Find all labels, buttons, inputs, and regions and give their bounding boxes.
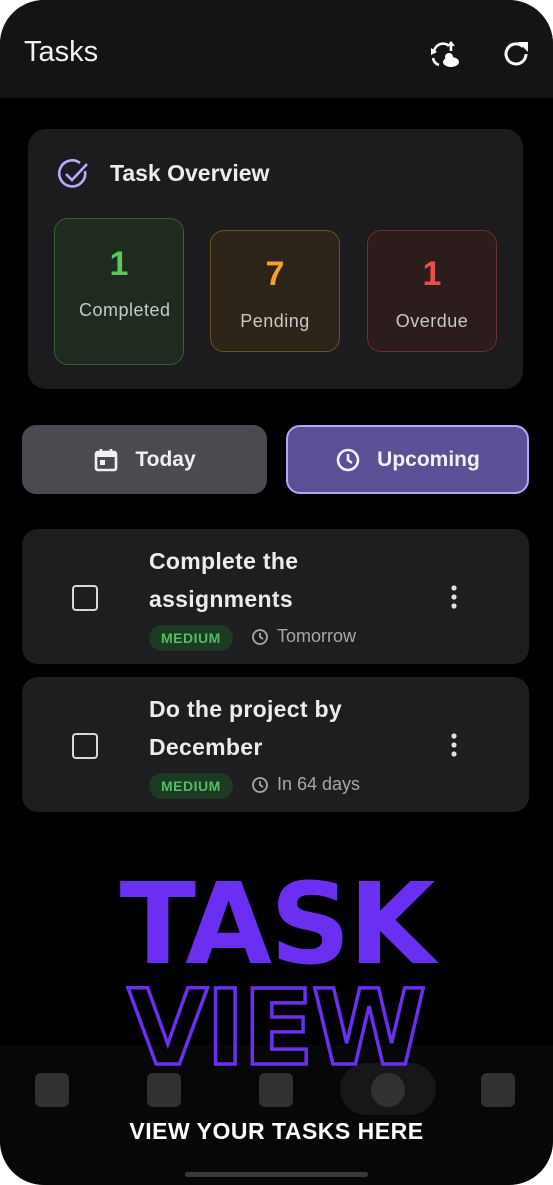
promo-headline-top: TASK [119,860,436,990]
refresh-icon[interactable] [500,38,532,70]
task-checkbox[interactable] [72,585,98,611]
more-options-icon[interactable] [442,583,466,611]
nav-item-dashboard[interactable] [12,1073,92,1121]
task-checkbox[interactable] [72,733,98,759]
task-card[interactable]: Do the project by December MEDIUM In 64 … [22,677,529,812]
today-filter-label: Today [135,447,196,471]
more-options-icon[interactable] [442,731,466,759]
svg-text:VIEW: VIEW [128,978,425,1074]
pending-count: 7 [265,255,285,293]
bell-icon [259,1073,293,1107]
completed-stat: 1 Completed [54,218,184,365]
clock-icon [335,447,361,473]
due-date-text: Tomorrow [277,626,357,646]
due-date: In 64 days [251,774,360,795]
page-title: Tasks [24,36,99,68]
nav-item-alerts[interactable] [236,1073,316,1121]
task-title: Do the project by December [149,696,342,760]
calendar-icon [93,447,119,473]
overview-title: Task Overview [110,160,270,186]
due-date-text: In 64 days [277,774,361,794]
phone-screen: Tasks Task Overview 1 Completed 7 Pendin… [0,0,553,1185]
upcoming-filter-button[interactable]: Upcoming [286,425,529,494]
pending-stat: 7 Pending [210,230,340,352]
person-icon [481,1073,515,1107]
completed-label: Completed [79,300,171,320]
overdue-count: 1 [422,255,442,293]
upcoming-filter-label: Upcoming [377,447,480,471]
task-card[interactable]: Complete the assignments MEDIUM Tomorrow [22,529,529,664]
clock-icon [251,628,269,646]
nav-item-profile[interactable] [458,1073,538,1121]
grid-icon [35,1073,69,1107]
app-bar: Tasks [0,0,553,98]
today-filter-button[interactable]: Today [22,425,267,494]
nav-item-tasks[interactable] [348,1073,428,1121]
clock-icon [251,776,269,794]
promo-headline-bottom: VIEW [126,978,428,1074]
task-title: Complete the assignments [149,548,299,612]
overdue-label: Overdue [395,311,469,331]
sync-cloud-icon[interactable] [427,38,461,70]
priority-badge: MEDIUM [149,625,233,651]
task-overview-card: Task Overview 1 Completed 7 Pending 1 Ov… [28,129,523,389]
task-icon [371,1073,405,1107]
pending-label: Pending [240,311,310,331]
overdue-stat: 1 Overdue [367,230,497,352]
promo-subtitle: VIEW YOUR TASKS HERE [129,1118,424,1144]
completed-count: 1 [109,245,129,283]
due-date: Tomorrow [251,626,356,647]
check-circle-icon [56,157,90,191]
phone-icon [147,1073,181,1107]
priority-badge: MEDIUM [149,773,233,799]
home-indicator [185,1172,368,1177]
nav-item-calls[interactable] [124,1073,204,1121]
